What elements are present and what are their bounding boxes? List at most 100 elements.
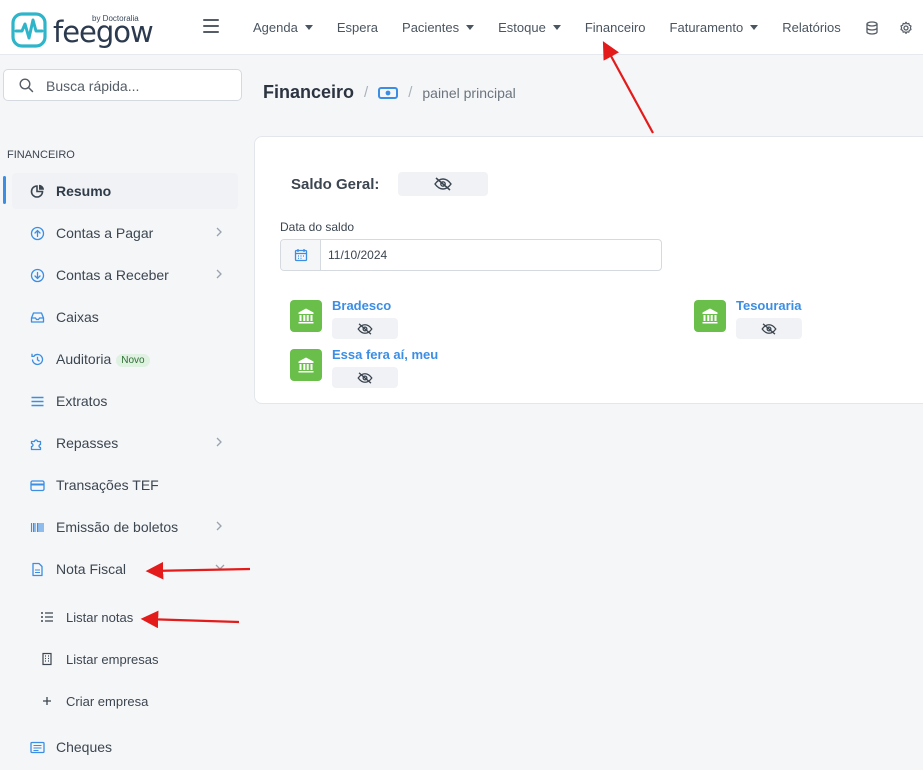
account-balance-toggle[interactable] [736,318,802,339]
eye-slash-icon [434,177,452,191]
breadcrumb: Financeiro / / painel principal [263,82,516,103]
main-nav: Agenda Espera Pacientes Estoque Financei… [253,0,923,55]
sidebar-subitem-criar-empresa[interactable]: Criar empresa [40,686,240,716]
date-input[interactable]: 11/10/2024 [280,239,662,271]
nav-agenda[interactable]: Agenda [253,20,313,35]
building-icon [42,652,52,666]
nav-estoque-label: Estoque [498,20,546,35]
sidebar-item-label: Repasses [56,435,119,451]
cheque-icon [30,741,45,754]
nav-relatorios[interactable]: Relatórios [782,20,841,35]
eye-slash-icon [761,322,777,335]
history-icon [31,353,44,366]
chevron-right-icon [216,269,222,279]
sidebar-subitem-label: Listar notas [66,609,134,625]
sidebar-subitem-listar-empresas[interactable]: Listar empresas [40,644,240,674]
barcode-icon [30,523,44,532]
puzzle-icon [30,439,42,451]
file-icon [32,562,43,577]
sidebar-section-title: FINANCEIRO [7,149,75,161]
caret-down-icon [750,25,759,30]
date-label: Data do saldo [280,220,355,234]
arrow-to-financeiro [602,41,654,134]
sidebar-item-label: Auditoria [56,351,112,367]
caret-down-icon [304,25,313,30]
account-link-essa-fera[interactable]: Essa fera aí, meu [332,347,438,362]
search-icon [19,78,34,93]
account-balance-toggle[interactable] [332,367,398,388]
sidebar-item-label: Extratos [56,393,108,409]
bank-icon [694,300,726,332]
sidebar-item-emissao-de-boletos[interactable]: Emissão de boletos [12,509,238,545]
sidebar-item-label: Cheques [56,739,113,755]
account-link-bradesco[interactable]: Bradesco [332,298,391,313]
breadcrumb-separator: / [408,84,413,101]
nav-agenda-label: Agenda [253,20,298,35]
feegow-logo[interactable]: by Doctoralia feegow [11,11,154,49]
gear-icon[interactable] [899,21,913,35]
date-value: 11/10/2024 [328,248,388,262]
quick-search[interactable]: Busca rápida... [3,69,242,101]
nav-relatorios-label: Relatórios [782,20,841,35]
saldo-geral-label: Saldo Geral: [291,176,380,193]
nav-faturamento[interactable]: Faturamento [670,20,759,35]
sidebar-item-nota-fiscal[interactable]: Nota Fiscal [12,551,238,587]
caret-down-icon [466,25,475,30]
money-bill-icon[interactable] [378,86,399,100]
active-indicator [3,176,6,204]
page-title: Financeiro [263,82,355,102]
sidebar-subitem-listar-notas[interactable]: Listar notas [40,602,240,632]
new-badge: Novo [116,354,150,367]
plus-icon [43,697,51,705]
nav-espera-label: Espera [336,20,379,35]
nav-financeiro[interactable]: Financeiro [585,20,646,35]
calendar-icon [294,249,308,262]
top-navbar: by Doctoralia feegow Agenda Espera Pacie… [0,0,923,55]
sidebar-item-extratos[interactable]: Extratos [12,383,238,419]
list-icon [31,396,44,407]
chevron-down-icon [215,564,225,570]
chevron-right-icon [216,521,222,531]
credit-card-icon [30,480,45,492]
breadcrumb-separator: / [364,84,369,101]
nav-espera[interactable]: Espera [337,20,378,35]
chevron-right-icon [216,437,222,447]
database-icon[interactable] [865,20,879,35]
logo-wordmark: feegow [53,15,154,49]
inbox-icon [30,312,45,323]
sidebar-item-label-wrap: Auditoria Novo [56,351,150,367]
saldo-geral-toggle[interactable] [398,172,488,196]
nav-estoque[interactable]: Estoque [498,20,561,35]
nav-financeiro-label: Financeiro [584,20,646,35]
nav-faturamento-label: Faturamento [669,20,744,35]
arrow-down-circle-icon [30,268,45,283]
hamburger-menu-icon[interactable] [203,19,219,33]
nav-pacientes-label: Pacientes [402,20,460,35]
eye-slash-icon [357,371,373,384]
sidebar-item-cheques[interactable]: Cheques [12,729,238,765]
bank-icon [290,349,322,381]
sidebar-item-label: Nota Fiscal [56,561,127,577]
chevron-right-icon [216,227,222,237]
date-picker-button[interactable] [281,240,321,270]
sidebar-item-contas-a-pagar[interactable]: Contas a Pagar [12,215,238,251]
account-link-tesouraria[interactable]: Tesouraria [736,298,802,313]
bank-icon [290,300,322,332]
breadcrumb-current: painel principal [422,84,516,101]
search-input[interactable]: Busca rápida... [46,78,139,94]
sidebar-item-caixas[interactable]: Caixas [12,299,238,335]
account-balance-toggle[interactable] [332,318,398,339]
sidebar-item-transacoes-tef[interactable]: Transações TEF [12,467,238,503]
sidebar-item-label: Contas a Receber [56,267,169,283]
sidebar-item-label: Resumo [56,183,112,199]
list-ul-icon [41,612,53,622]
sidebar-item-repasses[interactable]: Repasses [12,425,238,461]
nav-pacientes[interactable]: Pacientes [402,20,475,35]
sidebar-item-label: Contas a Pagar [56,225,154,241]
sidebar-item-resumo[interactable]: Resumo [12,173,238,209]
arrow-up-circle-icon [30,226,45,241]
sidebar-item-contas-a-receber[interactable]: Contas a Receber [12,257,238,293]
sidebar-item-auditoria[interactable]: Auditoria Novo [12,341,238,377]
logo-mark-icon [11,12,47,48]
sidebar-item-label: Emissão de boletos [56,519,179,535]
